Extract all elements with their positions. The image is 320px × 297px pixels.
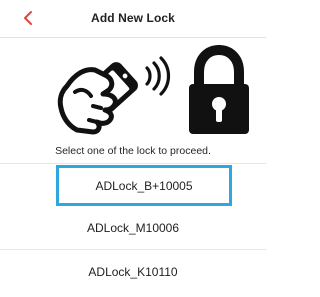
lock-name: ADLock_K10110: [88, 265, 178, 279]
header-bar: Add New Lock: [0, 0, 266, 38]
hero-illustration: [0, 44, 266, 136]
lock-item[interactable]: ADLock_M10006: [0, 207, 266, 249]
lock-name: ADLock_B+10005: [95, 178, 193, 193]
lock-name: ADLock_M10006: [86, 221, 180, 235]
lock-item-selected[interactable]: ADLock_B+10005: [56, 165, 232, 206]
page-title: Add New Lock: [91, 11, 175, 25]
list-divider-top: [0, 163, 266, 164]
list-divider: [0, 249, 266, 250]
padlock-icon: [189, 44, 249, 134]
phone-in-hand-wireless-icon: [57, 56, 171, 135]
instruction-text: Select one of the lock to proceed.: [55, 145, 211, 157]
lock-item[interactable]: ADLock_K10110: [0, 251, 266, 293]
